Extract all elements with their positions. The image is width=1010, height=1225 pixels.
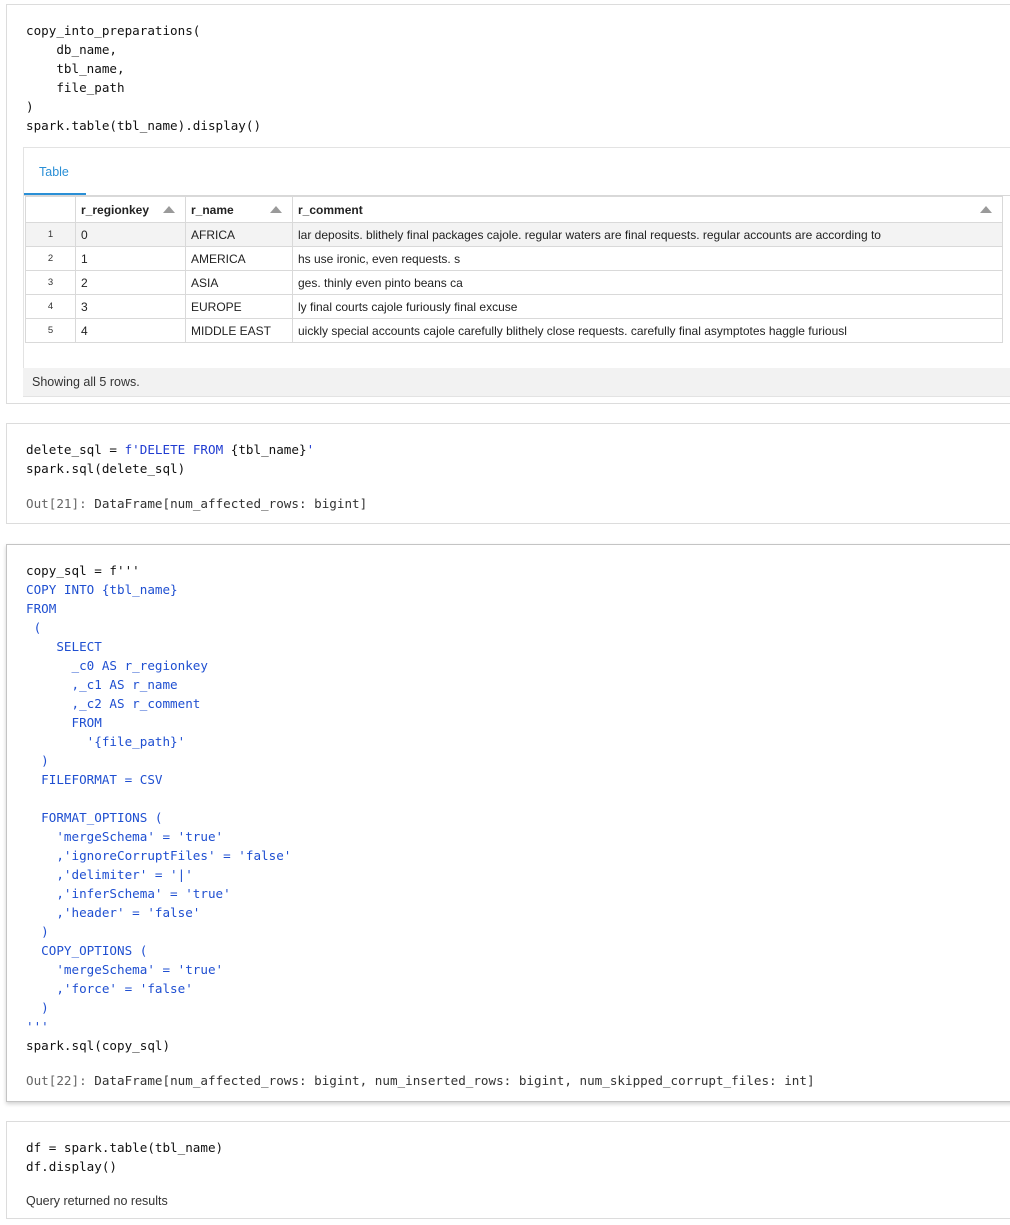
cell-r_regionkey[interactable]: 2	[75, 270, 186, 295]
cell-4-code[interactable]: df = spark.table(tbl_name) df.display()	[26, 1138, 223, 1176]
code-line: db_name,	[26, 42, 117, 57]
cell-r_comment[interactable]: lar deposits. blithely final packages ca…	[292, 222, 1003, 247]
table-row[interactable]: 3 2 ASIA ges. thinly even pinto beans ca	[25, 270, 1003, 295]
row-index: 2	[25, 246, 76, 271]
table-row[interactable]: 1 0 AFRICA lar deposits. blithely final …	[25, 222, 1003, 247]
cell-r_comment[interactable]: ges. thinly even pinto beans ca	[292, 270, 1003, 295]
cell-r_comment[interactable]: uickly special accounts cajole carefully…	[292, 318, 1003, 343]
index-column-header	[25, 196, 76, 223]
row-index: 3	[25, 270, 76, 295]
cell-r_name[interactable]: EUROPE	[185, 294, 293, 319]
code-line: spark.table(tbl_name).display()	[26, 118, 262, 133]
sort-arrow-icon[interactable]	[163, 206, 175, 213]
sort-arrow-icon[interactable]	[980, 206, 992, 213]
cell-r_comment[interactable]: hs use ironic, even requests. s	[292, 246, 1003, 271]
column-header-r_name[interactable]: r_name	[185, 196, 293, 223]
code-line: copy_into_preparations(	[26, 23, 201, 38]
notebook-cell-4[interactable]: df = spark.table(tbl_name) df.display() …	[6, 1121, 1010, 1219]
cell-1-code[interactable]: copy_into_preparations( db_name, tbl_nam…	[26, 21, 261, 135]
row-index: 4	[25, 294, 76, 319]
row-index: 1	[25, 222, 76, 247]
cell-r_regionkey[interactable]: 3	[75, 294, 186, 319]
row-index: 5	[25, 318, 76, 343]
no-results-message: Query returned no results	[26, 1194, 168, 1208]
code-line: )	[26, 99, 34, 114]
row-count-status: Showing all 5 rows.	[32, 375, 140, 389]
cell-r_regionkey[interactable]: 1	[75, 246, 186, 271]
column-header-r_comment[interactable]: r_comment	[292, 196, 1003, 223]
cell-r_comment[interactable]: ly final courts cajole furiously final e…	[292, 294, 1003, 319]
cell-r_regionkey[interactable]: 4	[75, 318, 186, 343]
cell-3-code[interactable]: copy_sql = f''' COPY INTO {tbl_name} FRO…	[26, 561, 291, 1055]
tab-table[interactable]: Table	[39, 165, 69, 179]
table-row[interactable]: 4 3 EUROPE ly final courts cajole furiou…	[25, 294, 1003, 319]
cell-3-output: Out[22]: DataFrame[num_affected_rows: bi…	[26, 1073, 815, 1088]
notebook-cell-1[interactable]: copy_into_preparations( db_name, tbl_nam…	[6, 4, 1010, 404]
cell-2-output: Out[21]: DataFrame[num_affected_rows: bi…	[26, 496, 368, 511]
table-status-bar: Showing all 5 rows.	[23, 368, 1010, 396]
cell-r_name[interactable]: MIDDLE EAST	[185, 318, 293, 343]
notebook-cell-2[interactable]: delete_sql = f'DELETE FROM {tbl_name}' s…	[6, 423, 1010, 524]
code-line: file_path	[26, 80, 125, 95]
column-header-r_regionkey[interactable]: r_regionkey	[75, 196, 186, 223]
cell-r_name[interactable]: AFRICA	[185, 222, 293, 247]
table-row[interactable]: 2 1 AMERICA hs use ironic, even requests…	[25, 246, 1003, 271]
cell-r_name[interactable]: ASIA	[185, 270, 293, 295]
cell-r_name[interactable]: AMERICA	[185, 246, 293, 271]
result-table: r_regionkey r_name r_comment 1 0 AFRICA …	[25, 196, 1003, 343]
notebook-cell-3[interactable]: copy_sql = f''' COPY INTO {tbl_name} FRO…	[6, 544, 1010, 1102]
code-line: tbl_name,	[26, 61, 125, 76]
cell-2-code[interactable]: delete_sql = f'DELETE FROM {tbl_name}' s…	[26, 440, 314, 478]
table-row[interactable]: 5 4 MIDDLE EAST uickly special accounts …	[25, 318, 1003, 343]
table-header-row: r_regionkey r_name r_comment	[25, 196, 1003, 223]
sort-arrow-icon[interactable]	[270, 206, 282, 213]
cell-r_regionkey[interactable]: 0	[75, 222, 186, 247]
result-table-widget: Table r_regionkey r_name r_comment 1 0 A…	[23, 147, 1010, 397]
